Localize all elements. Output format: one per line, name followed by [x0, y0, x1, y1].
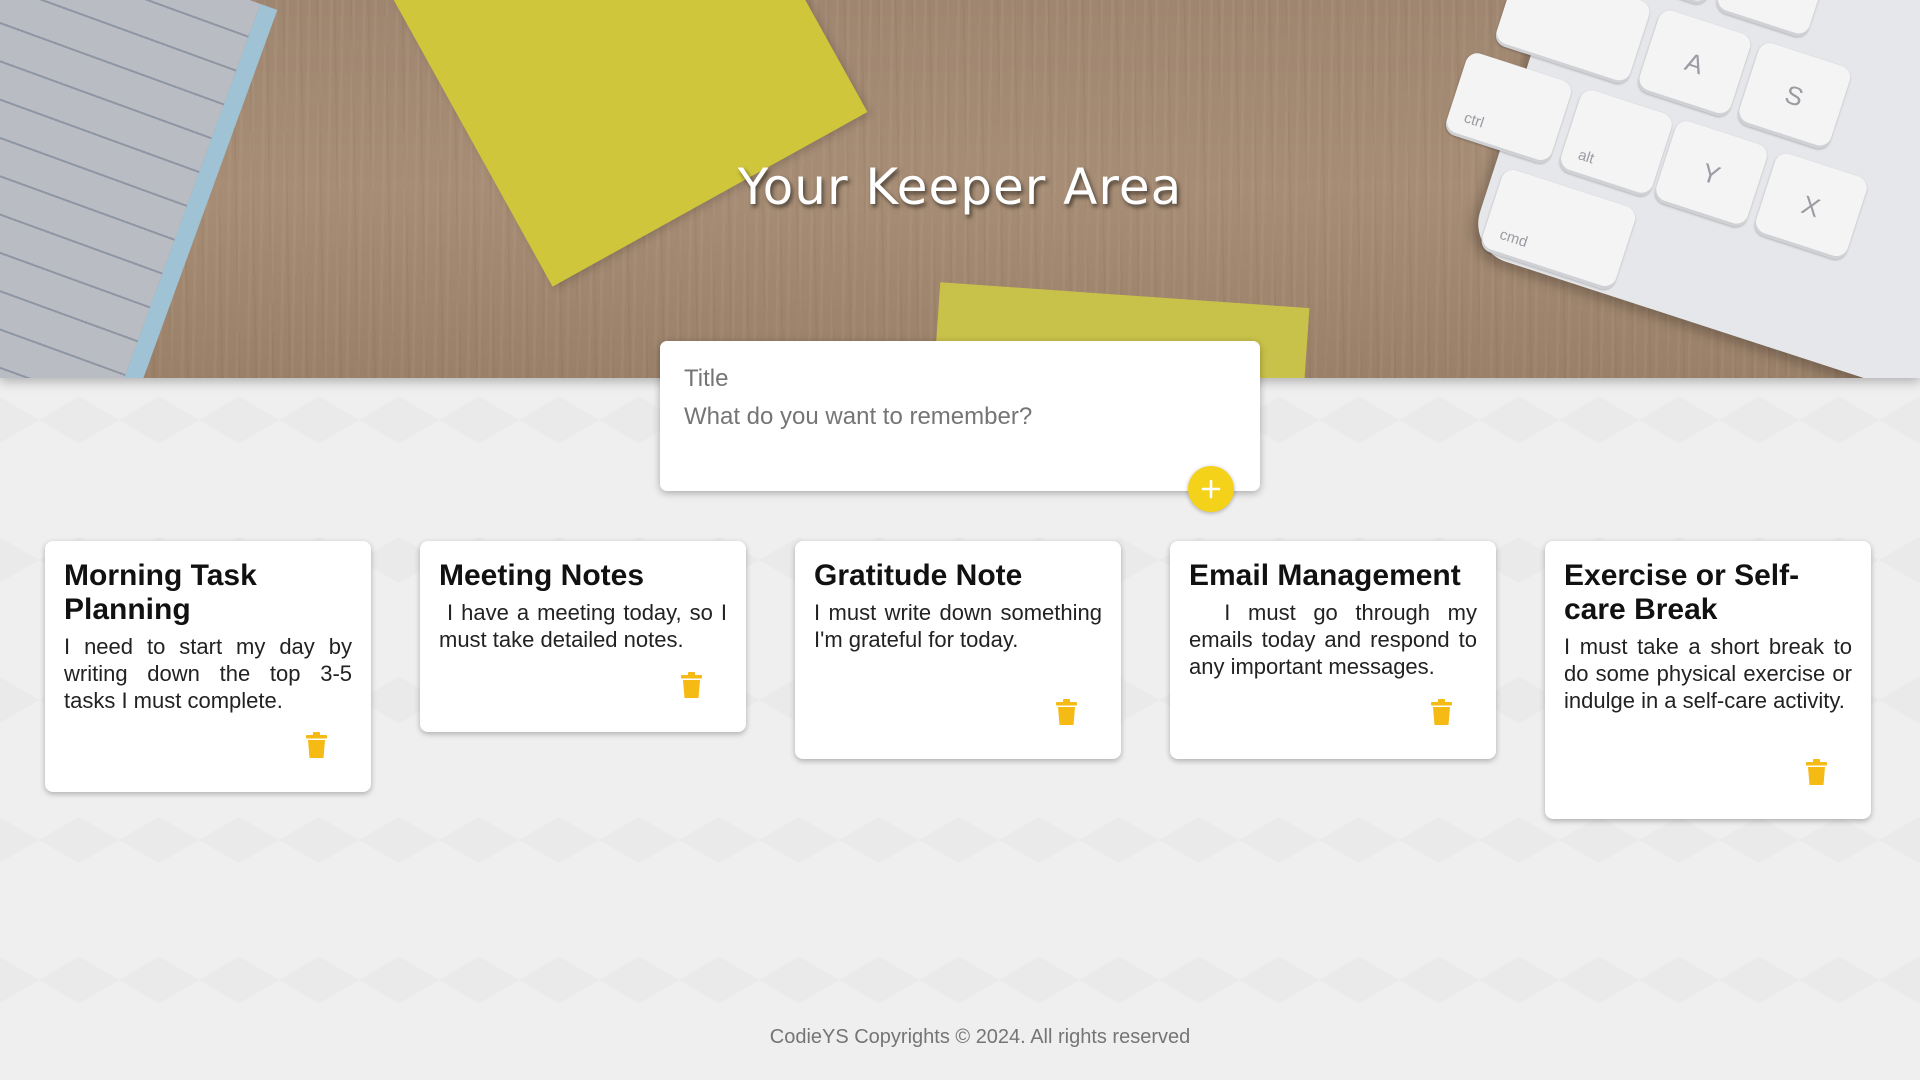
note-title: Email Management: [1189, 559, 1461, 592]
title-input[interactable]: [684, 363, 1234, 395]
delete-note-button[interactable]: [1801, 755, 1831, 789]
note-card: Gratitude Note I must write down somethi…: [795, 541, 1121, 759]
note-content: I must go through my emails today and re…: [1189, 600, 1484, 679]
plus-icon: [1201, 479, 1221, 499]
note-card: Email Management I must go through my em…: [1170, 541, 1496, 759]
note-content: I must take a short break to do some phy…: [1564, 634, 1859, 713]
delete-note-button[interactable]: [1426, 695, 1456, 729]
note-title: Morning Task Planning: [64, 559, 257, 626]
trash-icon: [305, 732, 327, 758]
note-title: Meeting Notes: [439, 559, 645, 592]
add-note-button[interactable]: [1188, 466, 1234, 512]
note-card: Meeting Notes I have a meeting today, so…: [420, 541, 746, 732]
note-title: Gratitude Note: [814, 559, 1023, 592]
note-content: I have a meeting today, so I must take d…: [439, 600, 734, 652]
note-content: I need to start my day by writing down t…: [64, 634, 359, 713]
create-note-form: [660, 341, 1260, 491]
header-banner: W A S Y X ctrl alt cmd Your Keeper Area: [0, 0, 1920, 378]
trash-icon: [1055, 699, 1077, 725]
delete-note-button[interactable]: [676, 668, 706, 702]
key-ctrl: ctrl: [1442, 50, 1575, 166]
sticky-note-image: [392, 0, 868, 287]
key-a: A: [1635, 7, 1754, 120]
delete-note-button[interactable]: [301, 728, 331, 762]
note-card: Morning Task Planning I need to start my…: [45, 541, 371, 792]
trash-icon: [1430, 699, 1452, 725]
trash-icon: [680, 672, 702, 698]
key-s: S: [1735, 40, 1854, 152]
content-textarea[interactable]: [684, 403, 1234, 473]
trash-icon: [1805, 759, 1827, 785]
note-content: I must write down something I'm grateful…: [814, 600, 1109, 652]
footer-copyright: CodieYS Copyrights © 2024. All rights re…: [769, 1026, 1191, 1048]
note-title: Exercise or Self-care Break: [1564, 559, 1800, 626]
delete-note-button[interactable]: [1051, 695, 1081, 729]
note-card: Exercise or Self-care Break I must take …: [1545, 541, 1871, 819]
app-title: Your Keeper Area: [737, 158, 1183, 216]
